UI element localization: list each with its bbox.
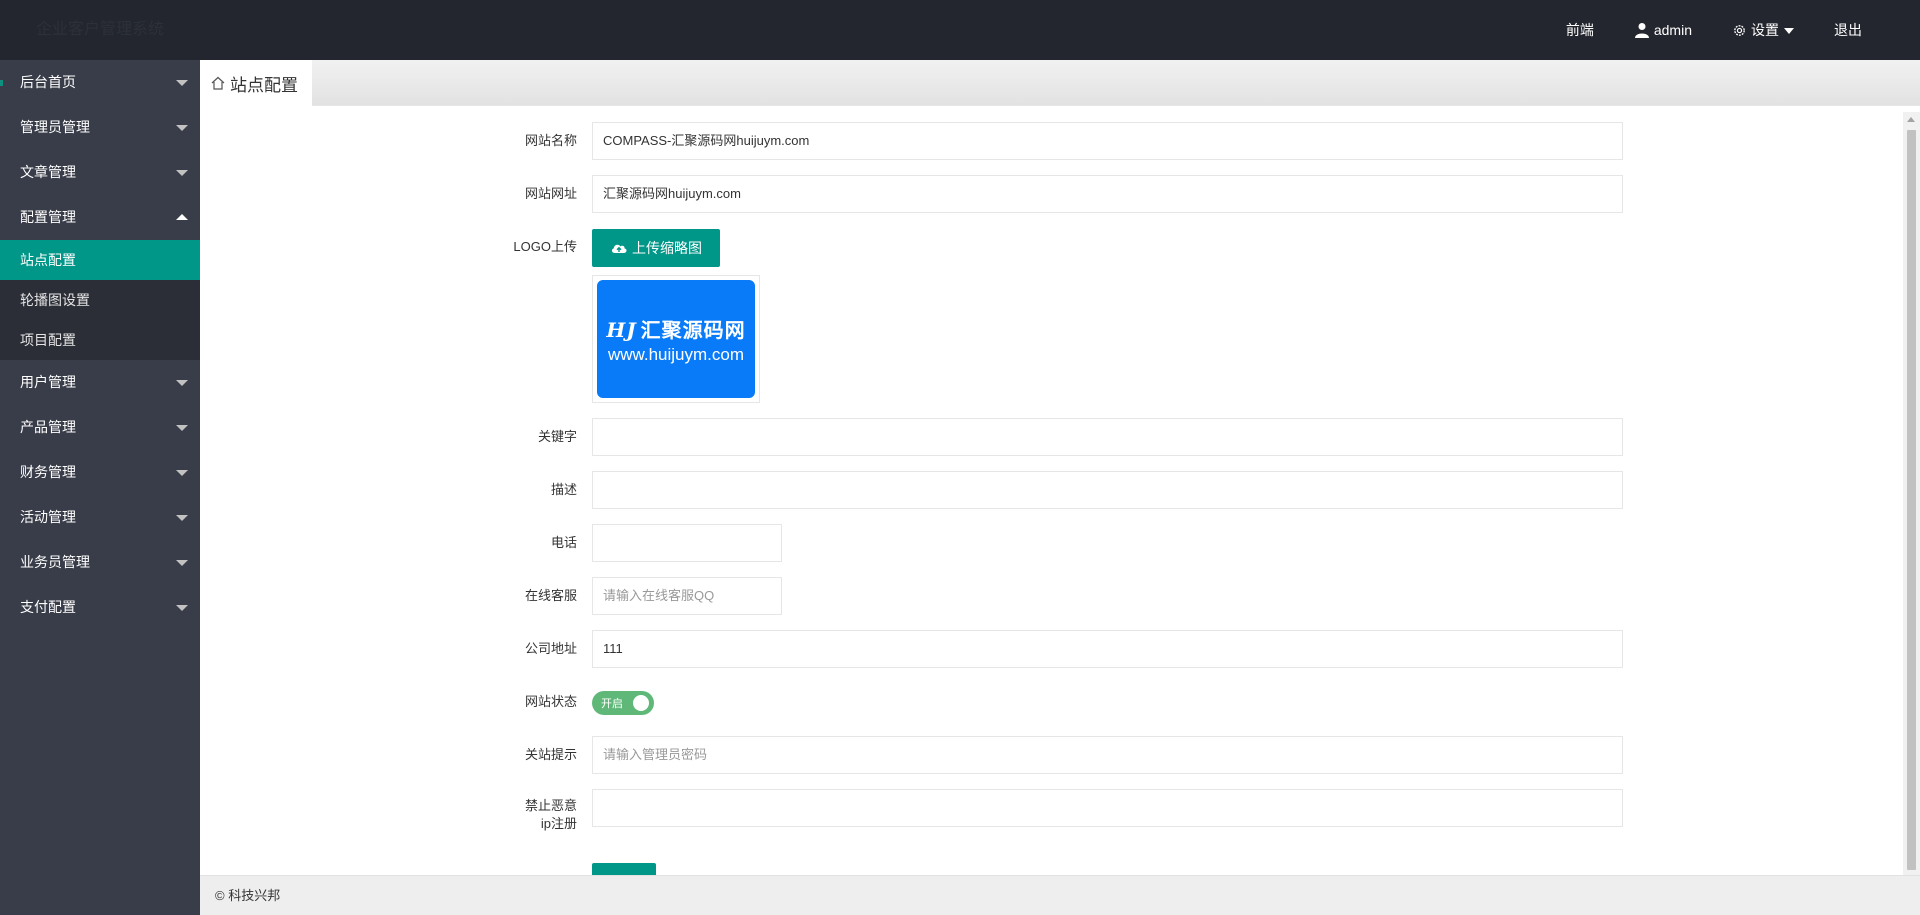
chevron-down-icon <box>176 380 188 386</box>
phone-input[interactable] <box>592 524 782 562</box>
sidebar-item-activities[interactable]: 活动管理 <box>0 495 200 540</box>
sidebar: 后台首页 管理员管理 文章管理 配置管理 站点配置 轮播图设置 项目配置 用户管… <box>0 60 200 915</box>
description-input[interactable] <box>592 471 1623 509</box>
nav-settings-label: 设置 <box>1751 22 1779 38</box>
online-service-label: 在线客服 <box>524 588 577 603</box>
logo-image: HJ 汇聚源码网 www.huijuym.com <box>597 280 755 398</box>
sidebar-item-admins[interactable]: 管理员管理 <box>0 105 200 150</box>
site-status-label: 网站状态 <box>524 694 577 709</box>
description-label: 描述 <box>550 482 577 497</box>
sidebar-item-label: 文章管理 <box>20 164 76 180</box>
user-icon <box>1634 22 1650 38</box>
active-indicator <box>0 80 3 86</box>
sidebar-item-payment[interactable]: 支付配置 <box>0 585 200 630</box>
logo-preview: HJ 汇聚源码网 www.huijuym.com <box>592 275 760 403</box>
logo-image-title: 汇聚源码网 <box>640 319 746 342</box>
nav-user-label: admin <box>1653 22 1692 38</box>
sidebar-item-config[interactable]: 配置管理 <box>0 195 200 240</box>
keywords-label: 关键字 <box>537 429 577 444</box>
chevron-down-icon <box>176 80 188 86</box>
site-url-label: 网站网址 <box>524 186 577 201</box>
sidebar-item-salesmen[interactable]: 业务员管理 <box>0 540 200 585</box>
sidebar-item-label: 财务管理 <box>20 464 76 480</box>
phone-label: 电话 <box>550 535 577 550</box>
sidebar-subitem-project-config[interactable]: 项目配置 <box>0 320 200 360</box>
logo-upload-label: LOGO上传 <box>513 239 577 254</box>
company-address-label: 公司地址 <box>524 641 577 656</box>
submit-button[interactable] <box>592 863 656 875</box>
top-header: 企业客户管理系统 前端 admin 设置 退出 <box>0 0 1920 60</box>
sidebar-item-finance[interactable]: 财务管理 <box>0 450 200 495</box>
nav-frontend-label: 前端 <box>1565 22 1594 38</box>
tab-bar: 站点配置 <box>200 60 1920 106</box>
sidebar-subitem-site-config[interactable]: 站点配置 <box>0 240 200 280</box>
close-tip-label: 关站提示 <box>524 747 577 762</box>
sidebar-item-home[interactable]: 后台首页 <box>0 60 200 105</box>
footer: © 科技兴邦 <box>200 875 1920 915</box>
app-logo-text: 企业客户管理系统 <box>36 21 165 38</box>
company-address-input[interactable]: 111 <box>592 630 1623 668</box>
ban-ip-input[interactable] <box>592 789 1623 827</box>
sidebar-item-label: 活动管理 <box>20 509 76 525</box>
sidebar-item-label: 用户管理 <box>20 374 76 390</box>
site-config-form: 网站名称 COMPASS-汇聚源码网huijuym.com 网站网址 汇聚源码网… <box>200 107 1903 875</box>
sidebar-item-label: 业务员管理 <box>20 554 90 570</box>
ban-ip-label: 禁止恶意ip注册 <box>524 798 577 831</box>
logo-image-line1: HJ 汇聚源码网 <box>606 314 745 343</box>
keywords-input[interactable] <box>592 418 1623 456</box>
scroll-up-arrow-icon[interactable] <box>1907 117 1915 122</box>
sidebar-item-articles[interactable]: 文章管理 <box>0 150 200 195</box>
sidebar-submenu-config: 站点配置 轮播图设置 项目配置 <box>0 240 200 360</box>
toggle-knob <box>633 695 649 711</box>
sidebar-item-label: 产品管理 <box>20 419 76 435</box>
nav-user-menu[interactable]: admin <box>1614 0 1712 60</box>
sidebar-item-label: 后台首页 <box>20 74 76 90</box>
chevron-down-icon <box>1784 28 1794 34</box>
sidebar-subitem-carousel[interactable]: 轮播图设置 <box>0 280 200 320</box>
nav-settings-menu[interactable]: 设置 <box>1712 0 1814 60</box>
nav-logout-link[interactable]: 退出 <box>1814 0 1882 60</box>
sidebar-item-label: 支付配置 <box>20 599 76 615</box>
chevron-down-icon <box>176 125 188 131</box>
sidebar-item-label: 管理员管理 <box>20 119 90 135</box>
gear-icon <box>1732 23 1747 38</box>
chevron-down-icon <box>176 470 188 476</box>
sidebar-item-users[interactable]: 用户管理 <box>0 360 200 405</box>
home-icon <box>210 75 226 91</box>
chevron-down-icon <box>176 560 188 566</box>
site-status-toggle[interactable]: 开启 <box>592 691 654 715</box>
logo-image-hj: HJ <box>606 317 637 342</box>
chevron-down-icon <box>176 425 188 431</box>
chevron-down-icon <box>176 605 188 611</box>
chevron-down-icon <box>176 170 188 176</box>
nav-frontend-link[interactable]: 前端 <box>1546 0 1614 60</box>
upload-thumbnail-label: 上传缩略图 <box>632 240 702 256</box>
content-scrollbar[interactable] <box>1903 112 1920 875</box>
upload-thumbnail-button[interactable]: 上传缩略图 <box>592 229 720 267</box>
scrollbar-thumb[interactable] <box>1907 130 1916 870</box>
online-service-input[interactable]: 请输入在线客服QQ <box>592 577 782 615</box>
nav-logout-label: 退出 <box>1834 22 1862 38</box>
site-url-input[interactable]: 汇聚源码网huijuym.com <box>592 175 1623 213</box>
site-name-input[interactable]: COMPASS-汇聚源码网huijuym.com <box>592 122 1623 160</box>
tab-label: 站点配置 <box>230 75 298 95</box>
site-name-label: 网站名称 <box>524 133 577 148</box>
chevron-up-icon <box>176 214 188 220</box>
cloud-upload-icon <box>610 241 628 255</box>
tab-site-config[interactable]: 站点配置 <box>200 60 312 106</box>
sidebar-item-products[interactable]: 产品管理 <box>0 405 200 450</box>
site-status-toggle-text: 开启 <box>601 698 623 710</box>
header-nav: 前端 admin 设置 退出 <box>1546 0 1882 60</box>
chevron-down-icon <box>176 515 188 521</box>
sidebar-item-label: 配置管理 <box>20 209 76 225</box>
logo-image-line2: www.huijuym.com <box>607 344 745 364</box>
close-tip-input[interactable]: 请输入管理员密码 <box>592 736 1623 774</box>
